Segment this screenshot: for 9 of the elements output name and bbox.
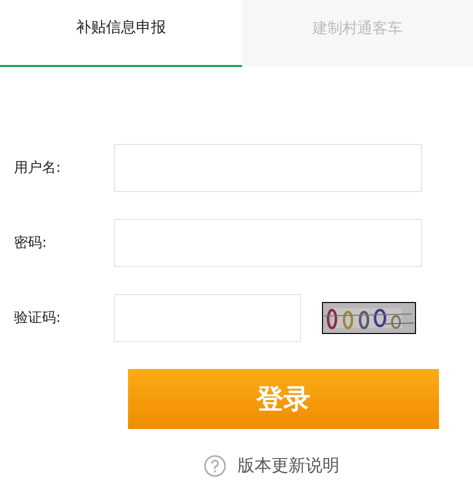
field-label: 验证码: — [13, 309, 62, 327]
help-text[interactable]: 版本更新说明 — [238, 454, 340, 477]
help-link[interactable]: 版本更新说明 — [70, 454, 473, 477]
field-label: 用户名: — [13, 159, 62, 177]
input-field[interactable] — [114, 294, 301, 342]
input-field[interactable] — [114, 219, 422, 267]
field-label: 密码: — [13, 234, 48, 252]
help-icon — [204, 454, 226, 476]
input-field[interactable] — [114, 144, 422, 192]
